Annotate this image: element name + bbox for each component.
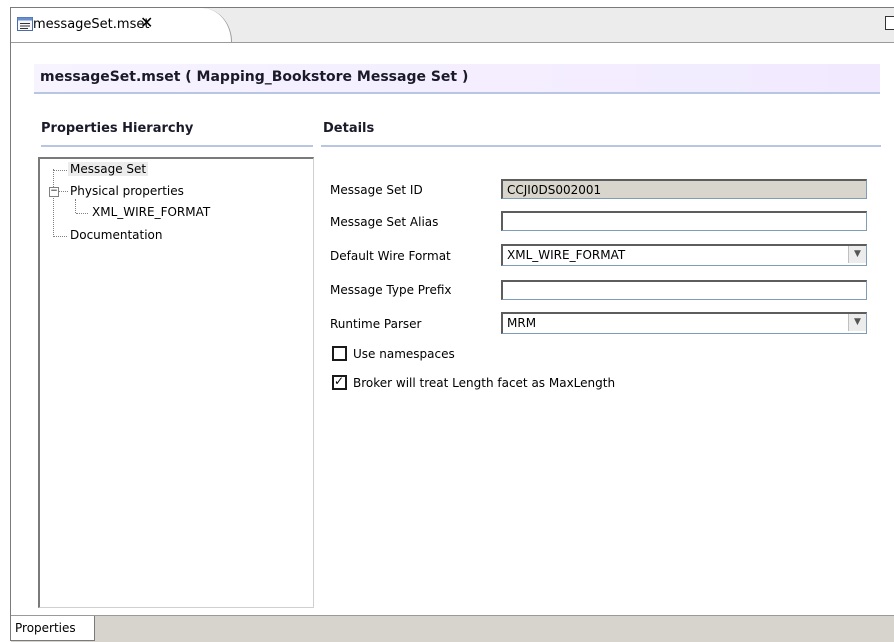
details-title: Details (323, 121, 375, 136)
chevron-down-icon[interactable]: ▼ (848, 246, 866, 263)
tree-connector (75, 199, 77, 213)
maximize-icon[interactable] (885, 16, 894, 30)
tree-connector (54, 170, 67, 172)
tree-node-xml-wire-format[interactable]: XML_WIRE_FORMAT (92, 205, 210, 219)
length-maxlength-label: Broker will treat Length facet as MaxLen… (353, 376, 616, 390)
message-type-prefix-field[interactable] (501, 280, 867, 300)
tree-node-message-set[interactable]: Message Set (68, 162, 149, 176)
default-wire-format-select[interactable]: XML_WIRE_FORMAT ▼ (501, 244, 867, 266)
tree-connector (53, 169, 55, 237)
editor-content: messageSet.mset ( Mapping_Bookstore Mess… (11, 43, 894, 615)
tab-properties-label: Properties (15, 621, 76, 635)
message-set-alias-label: Message Set Alias (330, 215, 439, 229)
message-set-id-field: CCJI0DS002001 (501, 179, 867, 199)
message-set-alias-field[interactable] (501, 211, 867, 231)
chevron-down-icon[interactable]: ▼ (848, 314, 866, 331)
runtime-parser-value: MRM (507, 316, 537, 330)
length-maxlength-row[interactable]: ✓ Broker will treat Length facet as MaxLe… (332, 374, 616, 390)
editor-tab-messageset[interactable]: messageSet.mset ✕ (11, 8, 232, 42)
use-namespaces-row[interactable]: Use namespaces (332, 346, 455, 361)
tab-properties[interactable]: Properties (11, 616, 95, 641)
default-wire-format-value: XML_WIRE_FORMAT (507, 248, 626, 262)
use-namespaces-checkbox[interactable] (332, 346, 347, 361)
runtime-parser-select[interactable]: MRM ▼ (501, 312, 867, 334)
properties-tree[interactable]: Message Set − Physical properties XML_WI… (38, 157, 314, 608)
editor-tab-label: messageSet.mset (33, 17, 150, 32)
page-title: messageSet.mset ( Mapping_Bookstore Mess… (40, 69, 469, 85)
length-maxlength-checkbox[interactable]: ✓ (332, 374, 347, 390)
page-header: messageSet.mset ( Mapping_Bookstore Mess… (34, 64, 880, 94)
hierarchy-rule (41, 145, 313, 147)
default-wire-format-label: Default Wire Format (330, 249, 451, 263)
hierarchy-title: Properties Hierarchy (41, 121, 194, 136)
tree-connector (76, 213, 88, 215)
message-type-prefix-label: Message Type Prefix (330, 283, 452, 297)
tree-collapse-icon[interactable]: − (49, 187, 59, 197)
tree-connector (59, 191, 68, 193)
bottom-tabstrip: Properties (11, 615, 894, 642)
editor-frame: messageSet.mset ✕ messageSet.mset ( Mapp… (10, 7, 894, 642)
tree-node-physical-properties[interactable]: Physical properties (70, 184, 184, 198)
use-namespaces-label: Use namespaces (353, 347, 455, 361)
runtime-parser-label: Runtime Parser (330, 317, 422, 331)
tree-connector (54, 236, 67, 238)
editor-tabstrip: messageSet.mset ✕ (11, 8, 894, 43)
checkmark-icon: ✓ (334, 374, 345, 388)
close-icon[interactable]: ✕ (140, 13, 153, 32)
details-rule (321, 145, 881, 147)
tree-node-documentation[interactable]: Documentation (70, 228, 163, 242)
message-set-id-label: Message Set ID (330, 183, 423, 197)
message-set-file-icon (17, 17, 33, 31)
